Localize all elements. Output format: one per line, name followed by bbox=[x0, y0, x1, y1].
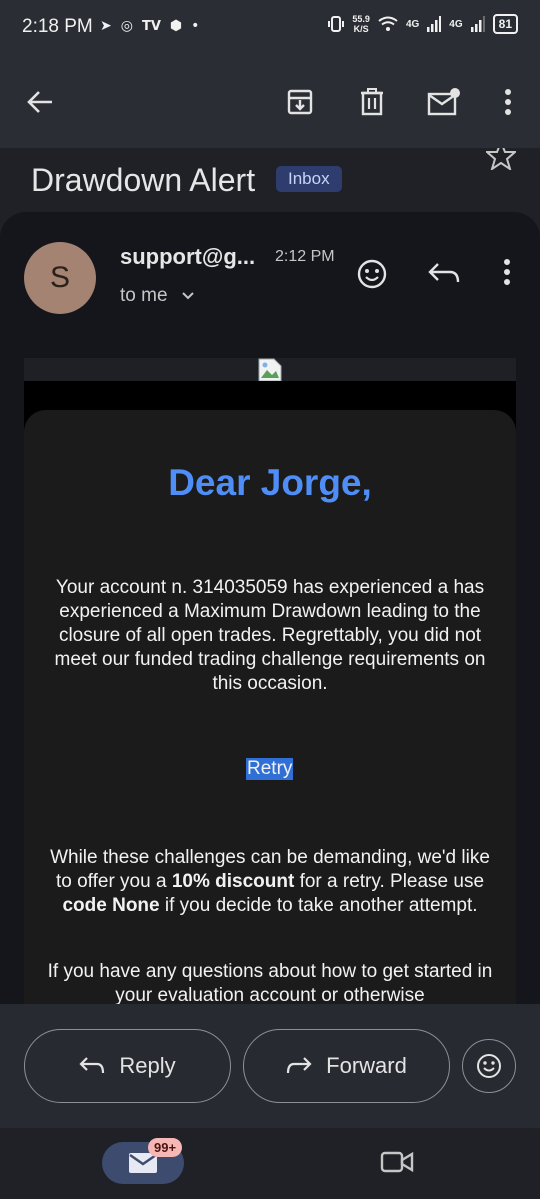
recipient-toggle[interactable]: to me bbox=[120, 285, 195, 307]
forward-button[interactable]: Forward bbox=[243, 1029, 450, 1103]
body-paragraph-2: While these challenges can be demanding,… bbox=[42, 846, 498, 918]
more-vert-icon[interactable] bbox=[488, 82, 528, 122]
telegram-icon: ➤ bbox=[100, 18, 112, 34]
notification-icons: ➤ ◎ TV ⬢ • bbox=[100, 18, 199, 34]
discount-text: 10% discount bbox=[171, 871, 295, 892]
delete-icon[interactable] bbox=[352, 82, 392, 122]
signal-icon bbox=[470, 16, 485, 32]
system-icons: 55.9 K/S 4G 4G 81 bbox=[328, 14, 518, 34]
reply-label: Reply bbox=[119, 1053, 176, 1078]
emoji-reaction-button[interactable] bbox=[462, 1039, 516, 1093]
network-1-label: 4G bbox=[405, 18, 420, 30]
retry-link[interactable]: Retry bbox=[246, 758, 294, 780]
archive-icon[interactable] bbox=[280, 82, 320, 122]
tv-icon: TV bbox=[141, 18, 161, 34]
unread-count-badge: 99+ bbox=[148, 1138, 183, 1157]
sender-name[interactable]: support@g... bbox=[120, 244, 255, 270]
bottom-navigation bbox=[0, 1128, 540, 1199]
message-time: 2:12 PM bbox=[275, 248, 335, 265]
body-paragraph-1: Your account n. 314035059 has experience… bbox=[54, 577, 486, 694]
reply-icon[interactable] bbox=[424, 256, 464, 290]
subject-row: Drawdown Alert Inbox bbox=[0, 139, 540, 218]
star-icon[interactable] bbox=[484, 139, 518, 175]
app-bar bbox=[0, 56, 540, 148]
signal-icon bbox=[427, 16, 442, 32]
net-speed-unit: K/S bbox=[353, 24, 369, 34]
forward-label: Forward bbox=[326, 1053, 407, 1078]
dot-icon: • bbox=[191, 18, 200, 34]
email-subject: Drawdown Alert bbox=[31, 162, 256, 198]
body-paragraph-3: If you have any questions about how to g… bbox=[47, 961, 493, 1006]
battery-icon: 81 bbox=[492, 14, 518, 34]
video-camera-icon bbox=[380, 1151, 414, 1173]
status-time: 2:18 PM bbox=[22, 16, 93, 37]
back-arrow-icon[interactable] bbox=[20, 82, 60, 122]
greeting-heading: Dear Jorge, bbox=[168, 462, 372, 503]
vibrate-icon bbox=[328, 16, 345, 32]
whatsapp-icon: ◎ bbox=[120, 18, 133, 34]
recipient-label: to me bbox=[120, 285, 168, 306]
reply-arrow-icon bbox=[79, 1057, 105, 1074]
inbox-label[interactable]: Inbox bbox=[276, 166, 342, 192]
p2-text-e: if you decide to take another attempt. bbox=[159, 895, 478, 916]
status-bar: 2:18 PM ➤ ◎ TV ⬢ • 55.9 K/S 4G 4G 81 bbox=[0, 0, 540, 56]
message-more-icon[interactable] bbox=[494, 256, 520, 288]
network-2-label: 4G bbox=[449, 18, 463, 30]
net-speed-value: 55.9 bbox=[352, 14, 370, 24]
shield-icon: ⬢ bbox=[169, 18, 183, 34]
mark-unread-icon[interactable] bbox=[424, 82, 464, 122]
net-speed: 55.9 K/S bbox=[352, 14, 370, 34]
reply-button[interactable]: Reply bbox=[24, 1029, 231, 1103]
chevron-down-icon bbox=[182, 292, 194, 300]
email-content: Dear Jorge, Your account n. 314035059 ha… bbox=[24, 410, 516, 1012]
emoji-icon bbox=[477, 1054, 501, 1078]
forward-arrow-icon bbox=[287, 1057, 312, 1074]
add-reaction-icon[interactable] bbox=[352, 254, 392, 294]
p2-text-c: for a retry. Please use bbox=[294, 871, 485, 892]
broken-image-icon bbox=[258, 358, 282, 382]
wifi-icon bbox=[378, 16, 398, 31]
nav-meet[interactable] bbox=[380, 1150, 414, 1179]
avatar[interactable]: S bbox=[24, 242, 96, 314]
code-text: code None bbox=[62, 895, 160, 916]
